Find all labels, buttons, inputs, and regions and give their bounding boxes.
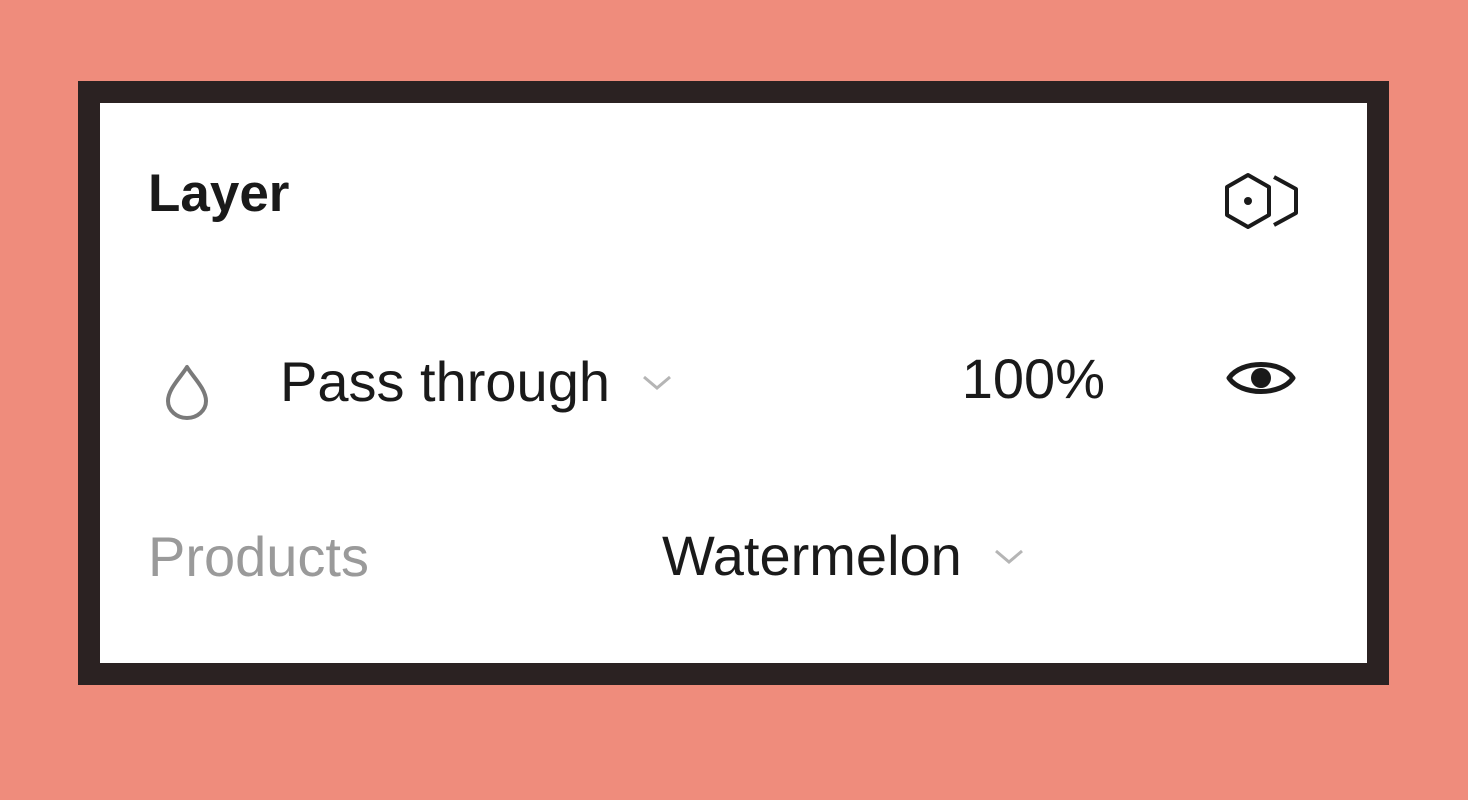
variant-value: Watermelon bbox=[662, 524, 962, 587]
blend-mode-select[interactable]: Pass through bbox=[280, 347, 674, 417]
chevron-down-icon bbox=[994, 549, 1023, 564]
opacity-input[interactable]: 100% bbox=[962, 351, 1105, 407]
blend-mode-drop-icon[interactable] bbox=[162, 363, 212, 421]
chevron-down-icon bbox=[643, 375, 671, 390]
layer-panel: Layer Pass through 100% Products Waterme… bbox=[78, 81, 1389, 685]
component-instance-icon[interactable] bbox=[1220, 171, 1304, 231]
panel-title: Layer bbox=[148, 164, 290, 223]
blend-mode-label: Pass through bbox=[280, 350, 610, 413]
property-label: Products bbox=[148, 525, 369, 588]
eye-icon[interactable] bbox=[1225, 357, 1297, 399]
variant-select[interactable]: Watermelon bbox=[662, 521, 1026, 591]
